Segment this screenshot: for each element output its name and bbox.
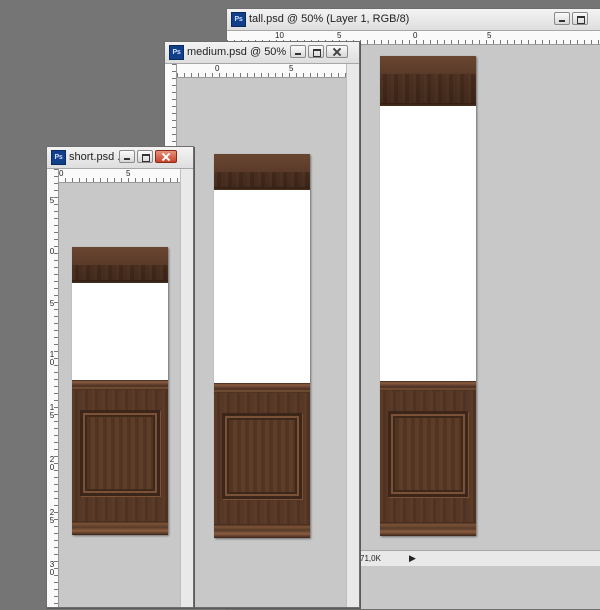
ruler-label: 1 5 — [49, 403, 55, 420]
wall-panel-medium — [214, 154, 310, 538]
ruler-label: 5 — [289, 64, 294, 73]
wainscot — [72, 380, 168, 535]
ruler-label: 5 — [49, 196, 55, 205]
window-title-tall: tall.psd @ 50% (Layer 1, RGB/8) — [249, 13, 410, 25]
ruler-label: 2 0 — [49, 455, 55, 472]
raised-panel-frame — [222, 413, 302, 499]
raised-panel-frame — [80, 410, 160, 496]
panel-cap — [214, 154, 310, 190]
wall-panel-tall — [380, 56, 476, 536]
minimize-icon[interactable] — [554, 12, 570, 25]
ruler-label: 0 — [413, 31, 418, 40]
raised-panel-frame — [388, 411, 468, 497]
wainscot — [214, 383, 310, 538]
ruler-label: 0 — [59, 169, 64, 178]
panel-cap — [72, 247, 168, 283]
close-icon[interactable] — [155, 150, 177, 163]
doc-size-status: 71,0K — [360, 554, 381, 563]
panel-cap — [380, 56, 476, 106]
ruler-label: 10 — [275, 31, 284, 40]
window-title-medium: medium.psd @ 50% (La... — [187, 46, 287, 58]
ruler-label: 3 0 — [49, 560, 55, 577]
window-short[interactable]: Ps short.psd ... 0 5 5 0 5 1 0 1 5 2 0 2… — [46, 146, 194, 608]
maximize-icon[interactable] — [308, 45, 324, 58]
photoshop-icon: Ps — [169, 45, 184, 60]
titlebar-tall[interactable]: Ps tall.psd @ 50% (Layer 1, RGB/8) — [227, 9, 600, 31]
vertical-scrollbar-short[interactable] — [180, 169, 193, 607]
photoshop-icon: Ps — [51, 150, 66, 165]
maximize-icon[interactable] — [572, 12, 588, 25]
wainscot — [380, 381, 476, 536]
ruler-label: 2 5 — [49, 508, 55, 525]
minimize-icon[interactable] — [119, 150, 135, 163]
ruler-label: 0 — [215, 64, 220, 73]
close-icon[interactable] — [326, 45, 348, 58]
horizontal-ruler-short: 0 5 — [58, 169, 181, 183]
ruler-label: 5 — [337, 31, 342, 40]
vertical-scrollbar-medium[interactable] — [346, 64, 359, 607]
photoshop-icon: Ps — [231, 12, 246, 27]
ruler-label: 5 — [487, 31, 492, 40]
status-bar-tall: 71,0K ▶ — [357, 550, 600, 566]
maximize-icon[interactable] — [137, 150, 153, 163]
ruler-label: 0 — [49, 247, 55, 256]
ruler-label: 5 — [49, 299, 55, 308]
minimize-icon[interactable] — [290, 45, 306, 58]
status-arrow-icon[interactable]: ▶ — [409, 553, 416, 564]
wall-panel-short — [72, 247, 168, 535]
ruler-label: 1 0 — [49, 350, 55, 367]
ruler-label: 5 — [126, 169, 131, 178]
titlebar-medium[interactable]: Ps medium.psd @ 50% (La... — [165, 42, 359, 64]
titlebar-short[interactable]: Ps short.psd ... — [47, 147, 193, 169]
vertical-ruler-short: 5 0 5 1 0 1 5 2 0 2 5 3 0 — [47, 169, 59, 607]
horizontal-ruler-medium: 0 5 — [177, 64, 347, 78]
